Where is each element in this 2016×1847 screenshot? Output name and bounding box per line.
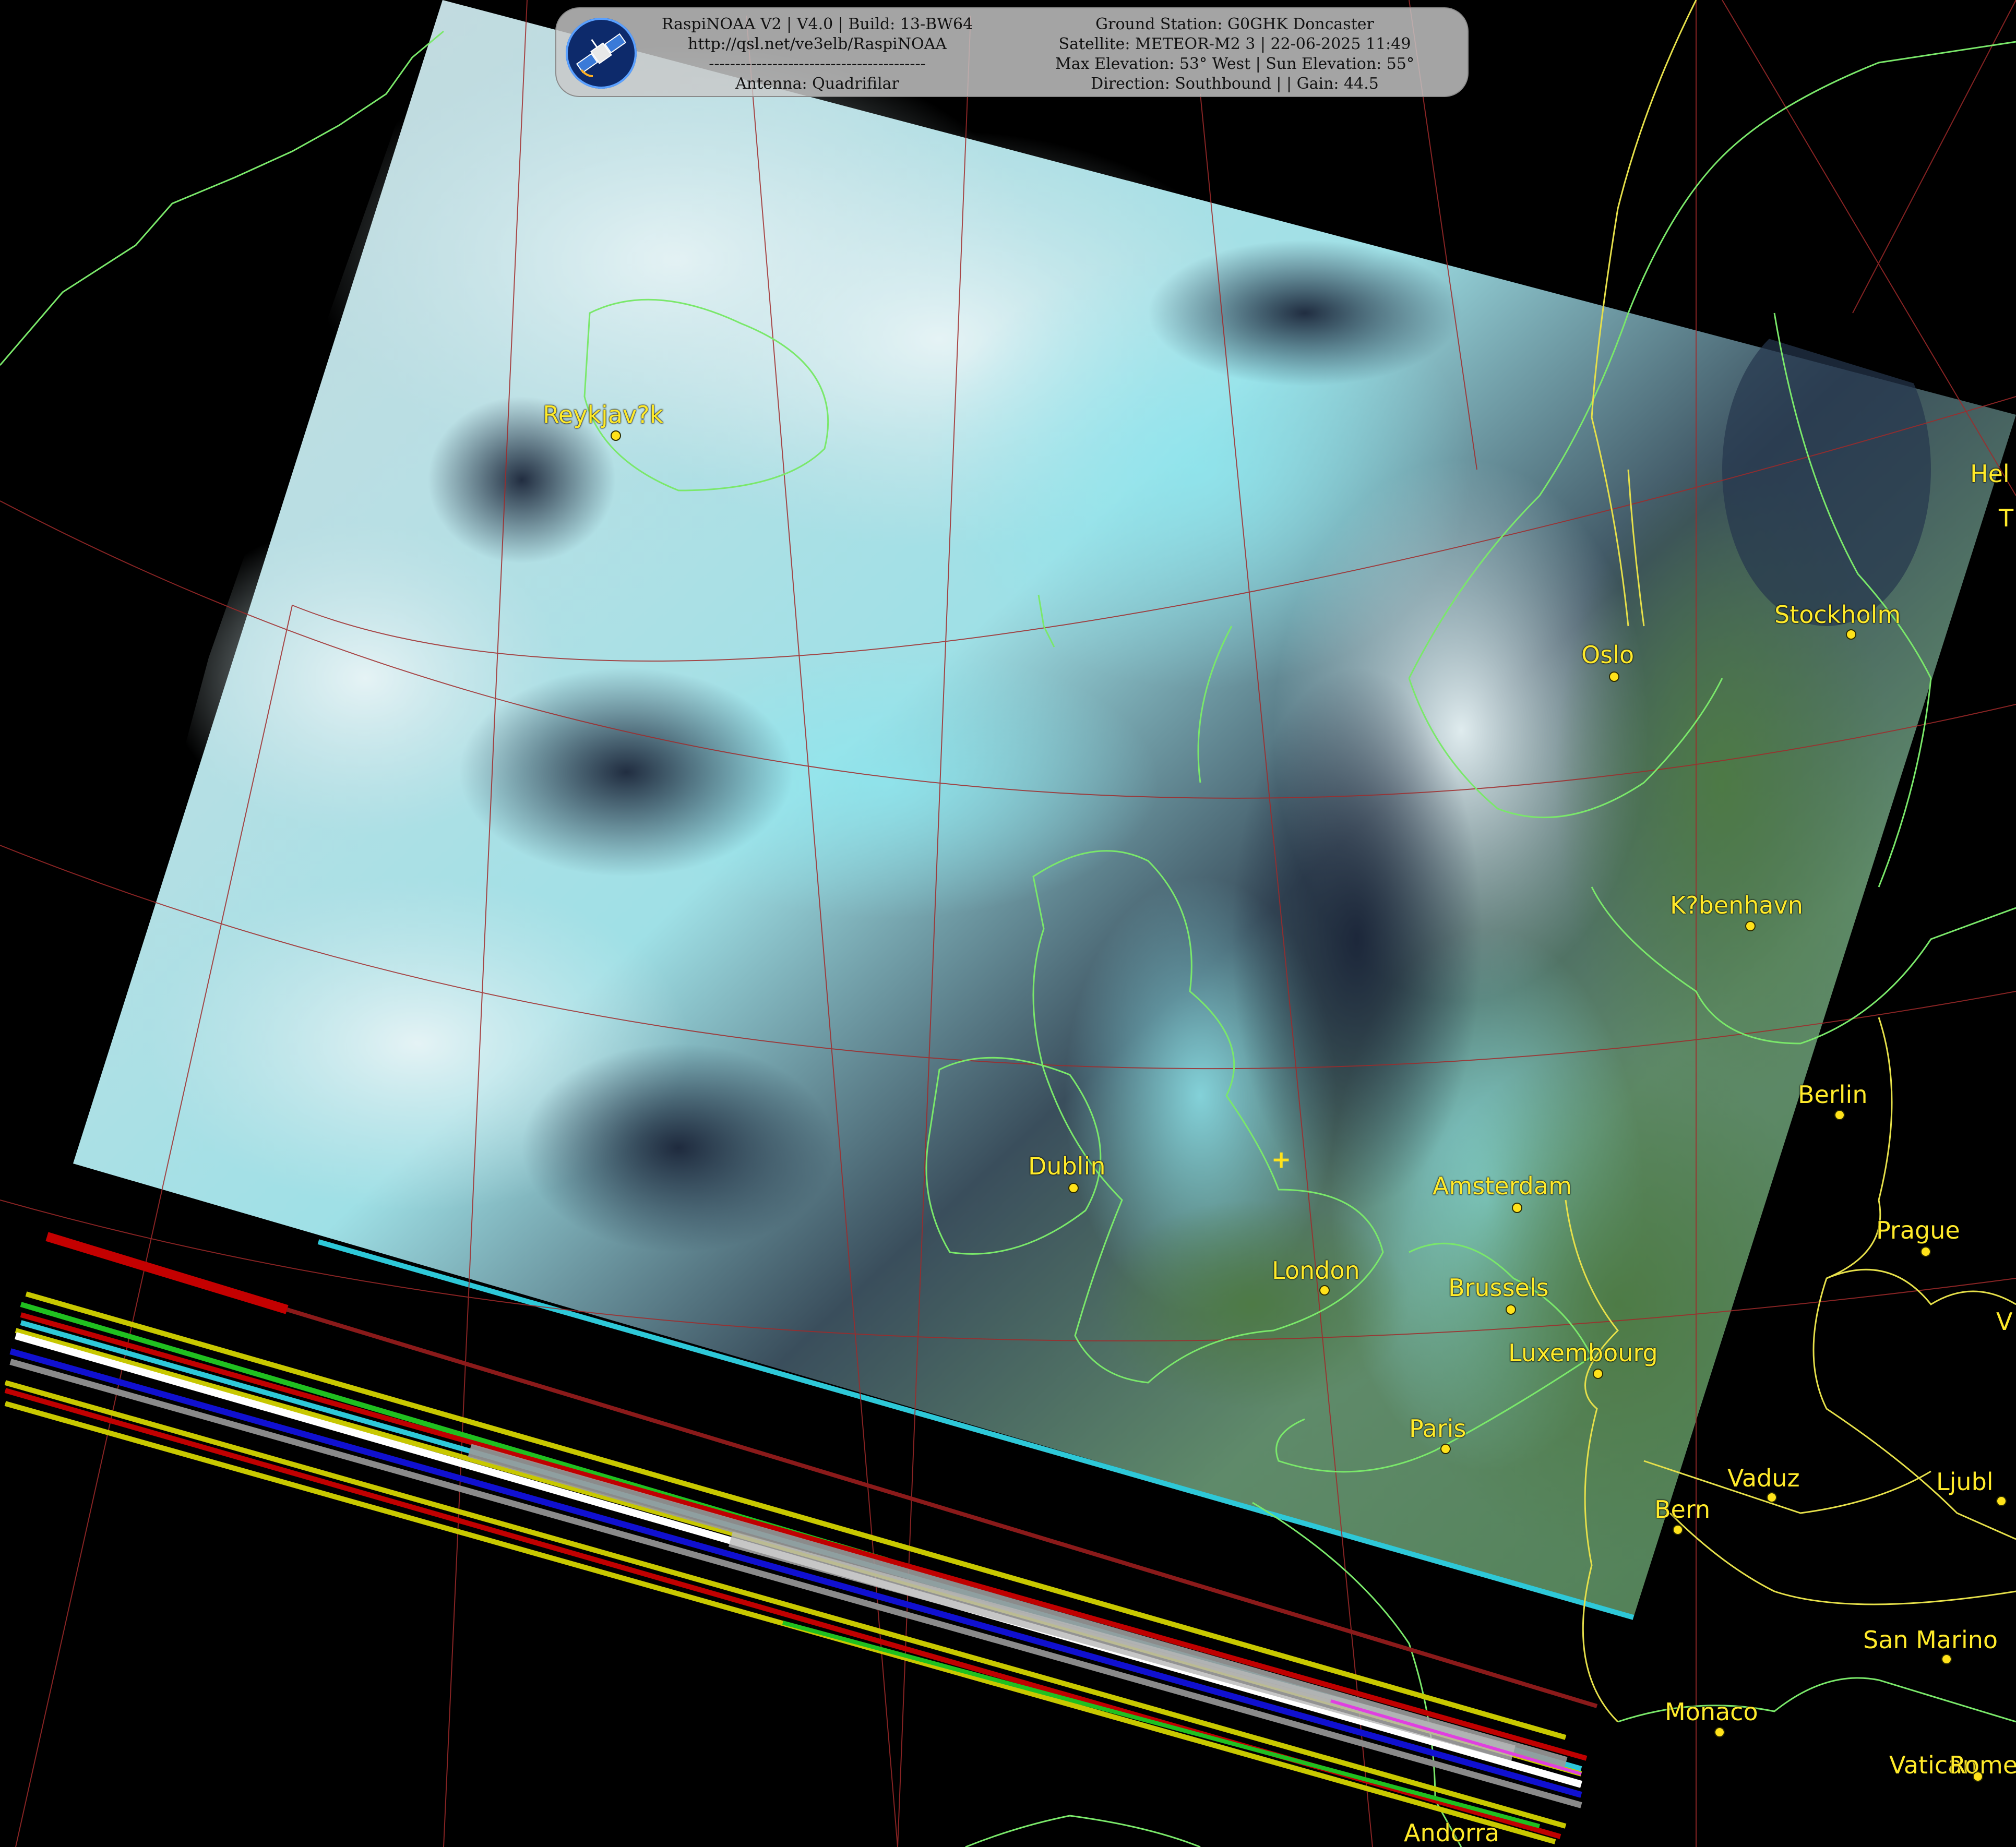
- city-label: Bern: [1654, 1495, 1711, 1524]
- header-elevation-line: Max Elevation: 53° West | Sun Elevation:…: [1055, 55, 1414, 73]
- city-dot: [1440, 1444, 1451, 1454]
- city-dot: [1846, 629, 1856, 640]
- city-label: T: [1999, 504, 2014, 532]
- city-dot: [1767, 1492, 1777, 1503]
- city-dot: [1973, 1771, 1983, 1782]
- city-label: Ljubl: [1936, 1468, 1994, 1496]
- satellite-map: [0, 0, 2016, 1847]
- city-dot: [1319, 1285, 1330, 1296]
- city-dot: [1834, 1110, 1845, 1120]
- city-label: Amsterdam: [1433, 1172, 1572, 1200]
- city-label: K?benhavn: [1670, 891, 1803, 919]
- info-header-panel: RaspiNOAA V2 | V4.0 | Build: 13-BW64 htt…: [555, 7, 1469, 97]
- ground-station-marker: +: [1271, 1145, 1292, 1173]
- city-label: Andorra: [1404, 1819, 1500, 1847]
- city-label: Brussels: [1448, 1274, 1549, 1302]
- city-label: Luxembourg: [1508, 1339, 1658, 1367]
- city-dot: [1506, 1304, 1516, 1315]
- header-right-text: Ground Station: G0GHK Doncaster Satellit…: [1005, 15, 1464, 94]
- header-url-line: http://qsl.net/ve3elb/RaspiNOAA: [688, 35, 947, 53]
- city-label: Paris: [1409, 1414, 1466, 1443]
- city-dot: [1609, 671, 1619, 682]
- header-left-text: RaspiNOAA V2 | V4.0 | Build: 13-BW64 htt…: [640, 15, 995, 94]
- city-dot: [1714, 1727, 1725, 1737]
- header-divider-line: ----------------------------------------…: [709, 55, 926, 73]
- city-label: Prague: [1876, 1216, 1960, 1244]
- city-dot: [1941, 1654, 1952, 1664]
- city-label: Hel: [1970, 460, 2010, 488]
- city-dot: [1745, 921, 1756, 931]
- city-label: Rome: [1949, 1751, 2016, 1779]
- city-label: Berlin: [1798, 1081, 1868, 1109]
- city-label: London: [1272, 1256, 1360, 1285]
- city-dot: [1673, 1525, 1683, 1535]
- city-label: Dublin: [1028, 1152, 1106, 1180]
- city-label: Monaco: [1665, 1698, 1758, 1726]
- city-dot: [1593, 1369, 1603, 1379]
- city-dot: [1068, 1183, 1079, 1193]
- city-dot: [1996, 1496, 2007, 1506]
- satellite-icon: [566, 18, 637, 89]
- header-station-line: Ground Station: G0GHK Doncaster: [1095, 15, 1374, 33]
- header-satellite-line: Satellite: METEOR-M2 3 | 22-06-2025 11:4…: [1058, 35, 1411, 53]
- city-dot: [1920, 1246, 1931, 1257]
- header-build-line: RaspiNOAA V2 | V4.0 | Build: 13-BW64: [661, 15, 973, 33]
- satellite-image: [73, 0, 2016, 1620]
- city-label: V: [1996, 1308, 2013, 1336]
- city-dot: [1512, 1203, 1522, 1213]
- city-dot: [611, 430, 621, 441]
- city-label: Oslo: [1581, 641, 1635, 669]
- city-label: Vaduz: [1727, 1464, 1800, 1492]
- header-direction-line: Direction: Southbound | | Gain: 44.5: [1091, 75, 1379, 93]
- city-label: Stockholm: [1774, 601, 1901, 629]
- header-antenna-line: Antenna: Quadrifilar: [735, 75, 899, 93]
- city-label: San Marino: [1863, 1626, 1998, 1654]
- city-label: Reykjav?k: [543, 401, 664, 429]
